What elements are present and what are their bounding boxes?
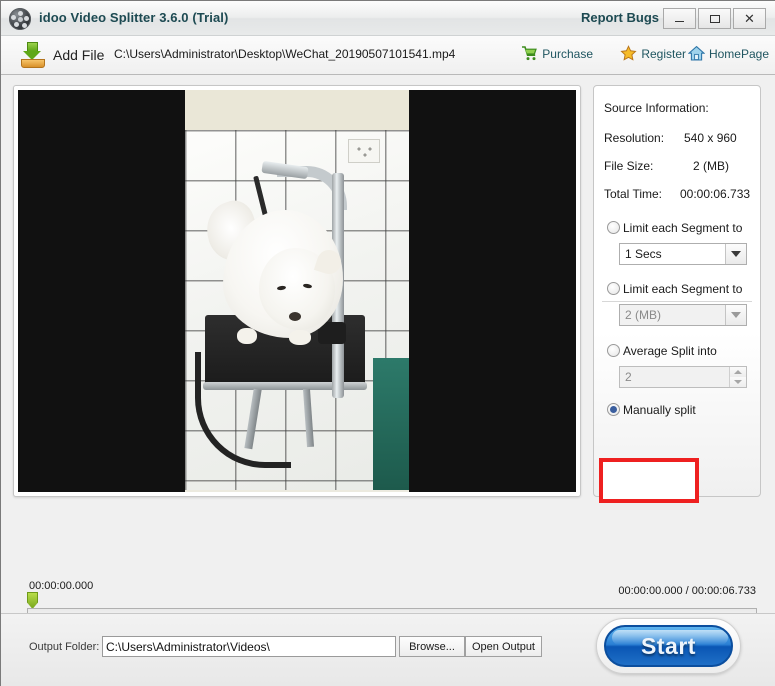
report-bugs-link[interactable]: Report Bugs xyxy=(581,10,659,25)
maximize-button[interactable] xyxy=(698,8,731,29)
segment-time-value: 1 Secs xyxy=(625,247,662,261)
file-size-value: 2 (MB) xyxy=(693,159,729,173)
highlight-box-manually-split xyxy=(599,458,699,503)
timeline-position-label: 00:00:00.000 / 00:00:06.733 xyxy=(618,585,756,597)
minimize-button[interactable] xyxy=(663,8,696,29)
segment-size-combo[interactable]: 2 (MB) xyxy=(619,304,747,326)
add-file-label: Add File xyxy=(53,47,105,63)
add-file-button[interactable]: Add File xyxy=(19,40,104,70)
application-window: idoo Video Splitter 3.6.0 (Trial) Report… xyxy=(0,0,775,686)
shopping-cart-icon xyxy=(522,46,538,61)
radio-average-split[interactable] xyxy=(607,344,620,357)
radio-label-manually-split[interactable]: Manually split xyxy=(623,403,696,417)
close-button[interactable]: ✕ xyxy=(733,8,766,29)
minimize-icon xyxy=(675,20,684,22)
loaded-file-path: C:\Users\Administrator\Desktop\WeChat_20… xyxy=(114,47,456,61)
start-button-face: Start xyxy=(604,625,733,667)
download-arrow-icon xyxy=(19,41,47,69)
average-split-spinner[interactable]: 2 xyxy=(619,366,747,388)
radio-label-average-split[interactable]: Average Split into xyxy=(623,344,717,358)
file-size-label: File Size: xyxy=(604,159,654,173)
segment-size-value: 2 (MB) xyxy=(625,308,661,322)
open-output-button[interactable]: Open Output xyxy=(465,636,542,657)
start-button-label: Start xyxy=(641,632,696,659)
video-frame-image xyxy=(185,90,409,492)
register-button[interactable]: Register xyxy=(620,45,686,62)
total-time-label: Total Time: xyxy=(604,187,663,201)
chevron-down-icon[interactable] xyxy=(725,244,746,264)
close-icon: ✕ xyxy=(744,11,755,26)
output-folder-label: Output Folder: xyxy=(29,641,100,653)
star-icon xyxy=(620,45,637,61)
video-player[interactable] xyxy=(18,90,576,492)
radio-label-limit-segment-size[interactable]: Limit each Segment to xyxy=(623,282,742,296)
homepage-label: HomePage xyxy=(708,46,769,61)
toolbar: Add File C:\Users\Administrator\Desktop\… xyxy=(1,36,775,75)
radio-limit-segment-size[interactable] xyxy=(607,282,620,295)
maximize-icon xyxy=(709,14,720,23)
source-information-heading: Source Information: xyxy=(604,101,709,115)
average-split-value: 2 xyxy=(625,370,632,384)
page-title: idoo Video Splitter 3.6.0 (Trial) xyxy=(39,10,229,25)
purchase-label: Purchase xyxy=(542,46,593,61)
resolution-value: 540 x 960 xyxy=(684,131,737,145)
resolution-label: Resolution: xyxy=(604,131,665,145)
title-bar: idoo Video Splitter 3.6.0 (Trial) Report… xyxy=(1,1,775,36)
purchase-button[interactable]: Purchase xyxy=(521,45,593,62)
spinner-up-icon[interactable] xyxy=(730,367,746,377)
radio-label-limit-segment-time[interactable]: Limit each Segment to xyxy=(623,221,742,235)
video-preview-frame xyxy=(13,85,581,497)
panel-divider xyxy=(602,301,752,302)
timeline-start-label: 00:00:00.000 xyxy=(29,580,94,592)
house-icon xyxy=(687,45,705,61)
timeline-marker-handle[interactable] xyxy=(27,592,38,609)
browse-button[interactable]: Browse... xyxy=(399,636,465,657)
chevron-down-icon[interactable] xyxy=(725,305,746,325)
radio-limit-segment-time[interactable] xyxy=(607,221,620,234)
output-folder-input[interactable] xyxy=(102,636,396,657)
radio-manually-split[interactable] xyxy=(607,403,620,416)
main-content: Source Information: Resolution: 540 x 96… xyxy=(1,75,775,674)
source-info-panel: Source Information: Resolution: 540 x 96… xyxy=(593,85,761,503)
total-time-value: 00:00:06.733 xyxy=(680,187,751,201)
register-label: Register xyxy=(641,46,686,61)
spinner-down-icon[interactable] xyxy=(730,377,746,387)
film-reel-icon xyxy=(9,8,31,30)
start-button[interactable]: Start xyxy=(596,618,741,674)
segment-time-combo[interactable]: 1 Secs xyxy=(619,243,747,265)
homepage-button[interactable]: HomePage xyxy=(687,45,769,62)
